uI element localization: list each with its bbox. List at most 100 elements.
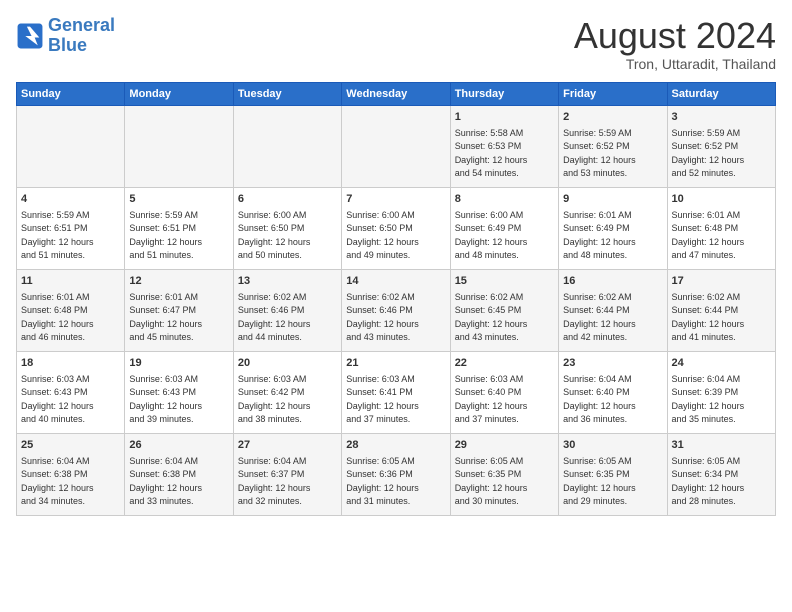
day-number: 17 — [672, 274, 771, 289]
logo-text: General Blue — [48, 16, 115, 56]
calendar-cell: 7Sunrise: 6:00 AM Sunset: 6:50 PM Daylig… — [342, 187, 450, 269]
header-cell-monday: Monday — [125, 82, 233, 105]
logo: General Blue — [16, 16, 115, 56]
header: General Blue August 2024 Tron, Uttaradit… — [16, 16, 776, 72]
calendar-cell: 14 Sunrise: 6:02 AM Sunset: 6:46 PM Dayli… — [342, 269, 450, 351]
cell-info: Sunrise: 6:03 AM Sunset: 6:40 PM Dayligh… — [455, 374, 528, 424]
calendar-cell: 4Sunrise: 5:59 AM Sunset: 6:51 PM Daylig… — [17, 187, 125, 269]
day-number: 9 — [563, 192, 662, 207]
week-row-1: 1 Sunrise: 5:58 AM Sunset: 6:53 PM Daylig… — [17, 105, 776, 187]
calendar-cell: 30 Sunrise: 6:05 AM Sunset: 6:35 PM Dayli… — [559, 433, 667, 515]
cell-info: Sunrise: 6:01 AM Sunset: 6:47 PM Dayligh… — [129, 292, 202, 342]
month-title: August 2024 — [574, 16, 776, 56]
calendar-cell: 13Sunrise: 6:02 AM Sunset: 6:46 PM Dayli… — [233, 269, 341, 351]
logo-icon — [16, 22, 44, 50]
header-cell-saturday: Saturday — [667, 82, 775, 105]
calendar-page: General Blue August 2024 Tron, Uttaradit… — [0, 0, 792, 612]
cell-info: Sunrise: 6:05 AM Sunset: 6:36 PM Dayligh… — [346, 456, 419, 506]
day-number: 12 — [129, 274, 228, 289]
day-number: 21 — [346, 356, 445, 371]
cell-info: Sunrise: 6:03 AM Sunset: 6:43 PM Dayligh… — [21, 374, 94, 424]
cell-info: Sunrise: 6:03 AM Sunset: 6:41 PM Dayligh… — [346, 374, 419, 424]
calendar-cell: 17 Sunrise: 6:02 AM Sunset: 6:44 PM Dayli… — [667, 269, 775, 351]
cell-info: Sunrise: 6:05 AM Sunset: 6:35 PM Dayligh… — [455, 456, 528, 506]
logo-line1: General — [48, 15, 115, 35]
cell-info: Sunrise: 6:02 AM Sunset: 6:46 PM Dayligh… — [346, 292, 419, 342]
day-number: 14 — [346, 274, 445, 289]
title-block: August 2024 Tron, Uttaradit, Thailand — [574, 16, 776, 72]
day-number: 26 — [129, 438, 228, 453]
cell-info: Sunrise: 6:03 AM Sunset: 6:42 PM Dayligh… — [238, 374, 311, 424]
calendar-cell: 22 Sunrise: 6:03 AM Sunset: 6:40 PM Dayli… — [450, 351, 558, 433]
week-row-5: 25 Sunrise: 6:04 AM Sunset: 6:38 PM Dayli… — [17, 433, 776, 515]
cell-info: Sunrise: 6:05 AM Sunset: 6:34 PM Dayligh… — [672, 456, 745, 506]
calendar-cell: 24Sunrise: 6:04 AM Sunset: 6:39 PM Dayli… — [667, 351, 775, 433]
cell-info: Sunrise: 6:04 AM Sunset: 6:40 PM Dayligh… — [563, 374, 636, 424]
cell-info: Sunrise: 6:05 AM Sunset: 6:35 PM Dayligh… — [563, 456, 636, 506]
cell-info: Sunrise: 5:58 AM Sunset: 6:53 PM Dayligh… — [455, 128, 528, 178]
cell-info: Sunrise: 6:02 AM Sunset: 6:46 PM Dayligh… — [238, 292, 311, 342]
cell-info: Sunrise: 5:59 AM Sunset: 6:51 PM Dayligh… — [129, 210, 202, 260]
day-number: 5 — [129, 192, 228, 207]
day-number: 2 — [563, 110, 662, 125]
day-number: 18 — [21, 356, 120, 371]
cell-info: Sunrise: 6:00 AM Sunset: 6:49 PM Dayligh… — [455, 210, 528, 260]
calendar-cell: 25Sunrise: 6:04 AM Sunset: 6:38 PM Dayli… — [17, 433, 125, 515]
calendar-cell: 11 Sunrise: 6:01 AM Sunset: 6:48 PM Dayli… — [17, 269, 125, 351]
calendar-cell: 26 Sunrise: 6:04 AM Sunset: 6:38 PM Dayli… — [125, 433, 233, 515]
cell-info: Sunrise: 6:01 AM Sunset: 6:48 PM Dayligh… — [672, 210, 745, 260]
calendar-cell — [233, 105, 341, 187]
calendar-cell: 21 Sunrise: 6:03 AM Sunset: 6:41 PM Dayli… — [342, 351, 450, 433]
calendar-cell: 5 Sunrise: 5:59 AM Sunset: 6:51 PM Daylig… — [125, 187, 233, 269]
day-number: 19 — [129, 356, 228, 371]
calendar-cell: 29 Sunrise: 6:05 AM Sunset: 6:35 PM Dayli… — [450, 433, 558, 515]
calendar-cell: 15Sunrise: 6:02 AM Sunset: 6:45 PM Dayli… — [450, 269, 558, 351]
calendar-table: SundayMondayTuesdayWednesdayThursdayFrid… — [16, 82, 776, 516]
day-number: 1 — [455, 110, 554, 125]
day-number: 27 — [238, 438, 337, 453]
day-number: 11 — [21, 274, 120, 289]
day-number: 7 — [346, 192, 445, 207]
header-cell-wednesday: Wednesday — [342, 82, 450, 105]
week-row-3: 11 Sunrise: 6:01 AM Sunset: 6:48 PM Dayli… — [17, 269, 776, 351]
cell-info: Sunrise: 6:01 AM Sunset: 6:48 PM Dayligh… — [21, 292, 94, 342]
calendar-cell: 28Sunrise: 6:05 AM Sunset: 6:36 PM Dayli… — [342, 433, 450, 515]
day-number: 30 — [563, 438, 662, 453]
calendar-cell: 9Sunrise: 6:01 AM Sunset: 6:49 PM Daylig… — [559, 187, 667, 269]
cell-info: Sunrise: 5:59 AM Sunset: 6:51 PM Dayligh… — [21, 210, 94, 260]
calendar-cell: 23 Sunrise: 6:04 AM Sunset: 6:40 PM Dayli… — [559, 351, 667, 433]
cell-info: Sunrise: 6:04 AM Sunset: 6:37 PM Dayligh… — [238, 456, 311, 506]
header-row: SundayMondayTuesdayWednesdayThursdayFrid… — [17, 82, 776, 105]
cell-info: Sunrise: 5:59 AM Sunset: 6:52 PM Dayligh… — [672, 128, 745, 178]
calendar-cell: 31 Sunrise: 6:05 AM Sunset: 6:34 PM Dayli… — [667, 433, 775, 515]
calendar-cell: 10Sunrise: 6:01 AM Sunset: 6:48 PM Dayli… — [667, 187, 775, 269]
cell-info: Sunrise: 6:04 AM Sunset: 6:38 PM Dayligh… — [129, 456, 202, 506]
cell-info: Sunrise: 6:02 AM Sunset: 6:44 PM Dayligh… — [672, 292, 745, 342]
day-number: 31 — [672, 438, 771, 453]
calendar-cell — [17, 105, 125, 187]
cell-info: Sunrise: 6:02 AM Sunset: 6:44 PM Dayligh… — [563, 292, 636, 342]
calendar-cell — [125, 105, 233, 187]
header-cell-thursday: Thursday — [450, 82, 558, 105]
calendar-cell: 6 Sunrise: 6:00 AM Sunset: 6:50 PM Daylig… — [233, 187, 341, 269]
calendar-cell — [342, 105, 450, 187]
calendar-cell: 3 Sunrise: 5:59 AM Sunset: 6:52 PM Daylig… — [667, 105, 775, 187]
calendar-cell: 1 Sunrise: 5:58 AM Sunset: 6:53 PM Daylig… — [450, 105, 558, 187]
calendar-cell: 2 Sunrise: 5:59 AM Sunset: 6:52 PM Daylig… — [559, 105, 667, 187]
day-number: 8 — [455, 192, 554, 207]
day-number: 23 — [563, 356, 662, 371]
day-number: 25 — [21, 438, 120, 453]
calendar-cell: 18 Sunrise: 6:03 AM Sunset: 6:43 PM Dayli… — [17, 351, 125, 433]
week-row-4: 18 Sunrise: 6:03 AM Sunset: 6:43 PM Dayli… — [17, 351, 776, 433]
cell-info: Sunrise: 6:00 AM Sunset: 6:50 PM Dayligh… — [238, 210, 311, 260]
week-row-2: 4Sunrise: 5:59 AM Sunset: 6:51 PM Daylig… — [17, 187, 776, 269]
header-cell-friday: Friday — [559, 82, 667, 105]
cell-info: Sunrise: 5:59 AM Sunset: 6:52 PM Dayligh… — [563, 128, 636, 178]
header-cell-tuesday: Tuesday — [233, 82, 341, 105]
calendar-cell: 20Sunrise: 6:03 AM Sunset: 6:42 PM Dayli… — [233, 351, 341, 433]
calendar-cell: 27 Sunrise: 6:04 AM Sunset: 6:37 PM Dayli… — [233, 433, 341, 515]
day-number: 29 — [455, 438, 554, 453]
day-number: 3 — [672, 110, 771, 125]
day-number: 22 — [455, 356, 554, 371]
day-number: 6 — [238, 192, 337, 207]
